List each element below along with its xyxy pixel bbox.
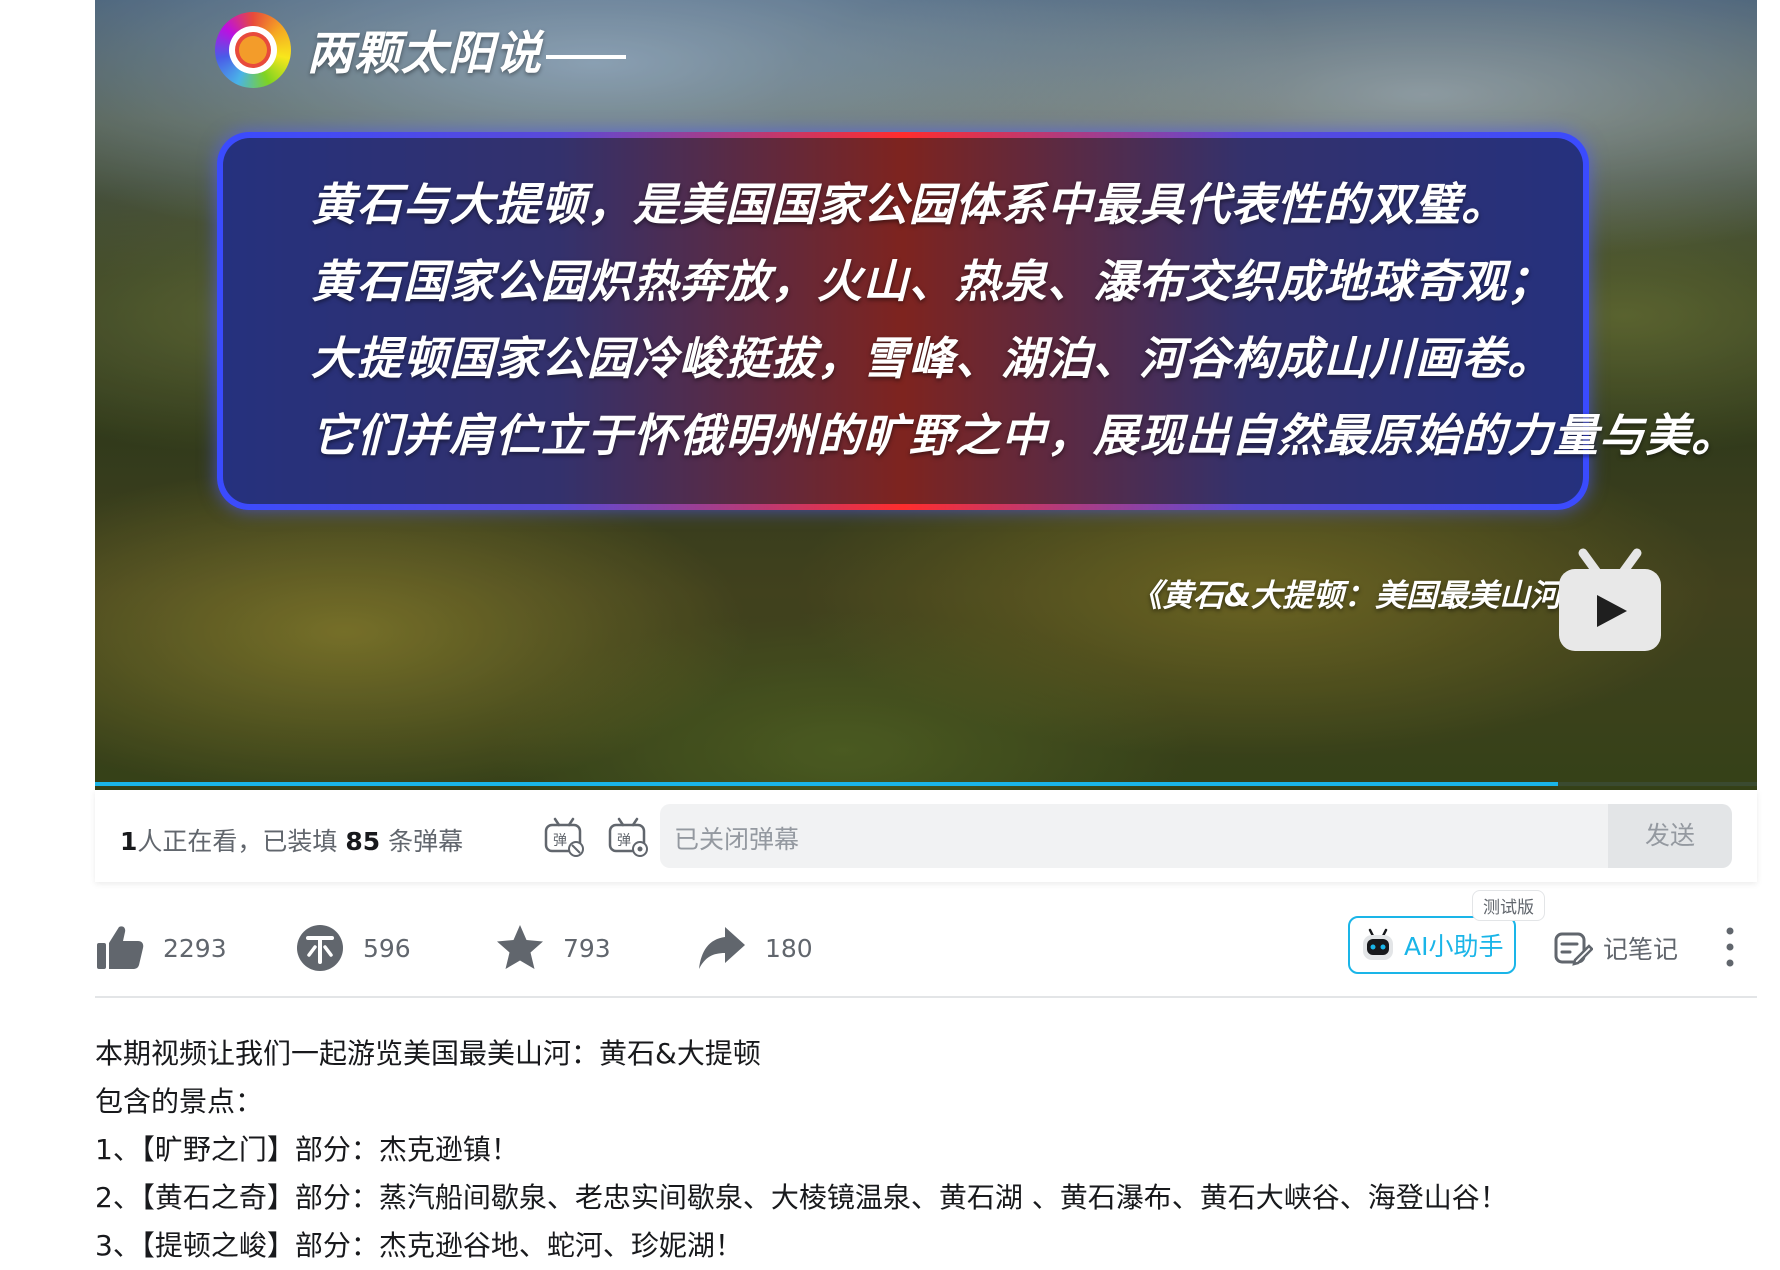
danmaku-toggle-icon[interactable]: 弹 (543, 816, 585, 858)
beta-badge: 测试版 (1472, 890, 1545, 921)
ai-assistant-label: AI小助手 (1404, 932, 1504, 961)
progress-bar[interactable] (95, 782, 1757, 786)
video-toolbar: 2293 596 793 180 AI小助手 测试版 记笔记 (95, 890, 1757, 998)
like-button[interactable]: 2293 (95, 920, 227, 976)
danmaku-input[interactable]: 已关闭弹幕 (660, 804, 1608, 868)
quote-line: 黄石国家公园炽热奔放，火山、热泉、瀑布交织成地球奇观； (311, 255, 1554, 308)
description-line: 2、【黄石之奇】部分：蒸汽船间歇泉、老忠实间歇泉、大棱镜温泉、黄石湖 、黄石瀑布… (95, 1181, 1508, 1214)
danmaku-bar: 1人正在看，已装填 85 条弹幕 弹 弹 已关闭弹幕 发送 (95, 790, 1757, 882)
description-line: 包含的景点： (95, 1085, 264, 1118)
quote-line: 黄石与大提顿，是美国国家公园体系中最具代表性的双璧。 (311, 178, 1508, 231)
quote-box: 黄石与大提顿，是美国国家公园体系中最具代表性的双璧。 黄石国家公园炽热奔放，火山… (223, 138, 1738, 504)
episode-title: 《黄石&大提顿：美国最美山河》 (1130, 578, 1592, 614)
viewer-count: 1 (120, 827, 138, 856)
description-line: 1、【旷野之门】部分：杰克逊镇！ (95, 1133, 519, 1166)
take-notes-button[interactable]: 记笔记 (1553, 920, 1678, 976)
svg-text:弹: 弹 (553, 833, 567, 849)
video-player[interactable]: 两颗太阳说 黄石与大提顿，是美国国家公园体系中最具代表性的双璧。 黄石国家公园炽… (95, 0, 1757, 790)
more-options-icon[interactable] (1720, 924, 1740, 970)
share-arrow-icon (699, 927, 745, 969)
brand-dash (546, 54, 626, 59)
like-count: 2293 (163, 933, 227, 963)
progress-fill (95, 782, 1558, 786)
danmaku-settings-icon[interactable]: 弹 (607, 816, 649, 858)
share-button[interactable]: 180 (697, 920, 813, 976)
bilibili-tv-icon (1559, 548, 1661, 651)
star-icon (497, 925, 543, 969)
quote-frame: 黄石与大提顿，是美国国家公园体系中最具代表性的双璧。 黄石国家公园炽热奔放，火山… (217, 132, 1738, 510)
thumbs-up-icon (97, 926, 144, 969)
robot-icon (1363, 928, 1393, 960)
description-line: 本期视频让我们一起游览美国最美山河：黄石&大提顿 (95, 1037, 761, 1070)
danmaku-count: 85 (345, 827, 381, 856)
danmaku-count-suffix: 条弹幕 (388, 827, 464, 856)
sun-logo-icon (215, 12, 291, 88)
danmaku-info: 1人正在看，已装填 85 条弹幕 (120, 822, 463, 858)
quote-line: 它们并肩伫立于怀俄明州的旷野之中，展现出自然最原始的力量与美。 (311, 409, 1738, 462)
coin-count: 596 (363, 933, 411, 963)
quote-line: 大提顿国家公园冷峻挺拔，雪峰、湖泊、河谷构成山川画卷。 (311, 332, 1554, 385)
take-notes-label: 记笔记 (1603, 935, 1679, 964)
coin-icon (297, 925, 343, 971)
brand-name-text: 两颗太阳说 (307, 26, 542, 80)
favorite-count: 793 (563, 933, 611, 963)
favorite-button[interactable]: 793 (495, 920, 611, 976)
brand-name: 两颗太阳说 (307, 17, 626, 83)
channel-brand: 两颗太阳说 (215, 12, 626, 88)
viewers-text: 人正在看，已装填 (137, 827, 338, 856)
share-count: 180 (765, 933, 813, 963)
note-icon (1554, 932, 1593, 966)
coin-button[interactable]: 596 (295, 920, 411, 976)
svg-text:弹: 弹 (617, 833, 631, 849)
video-description: 本期视频让我们一起游览美国最美山河：黄石&大提顿 包含的景点： 1、【旷野之门】… (95, 1030, 1735, 1270)
ai-assistant-button[interactable]: AI小助手 (1348, 916, 1516, 974)
send-button[interactable]: 发送 (1608, 804, 1732, 868)
